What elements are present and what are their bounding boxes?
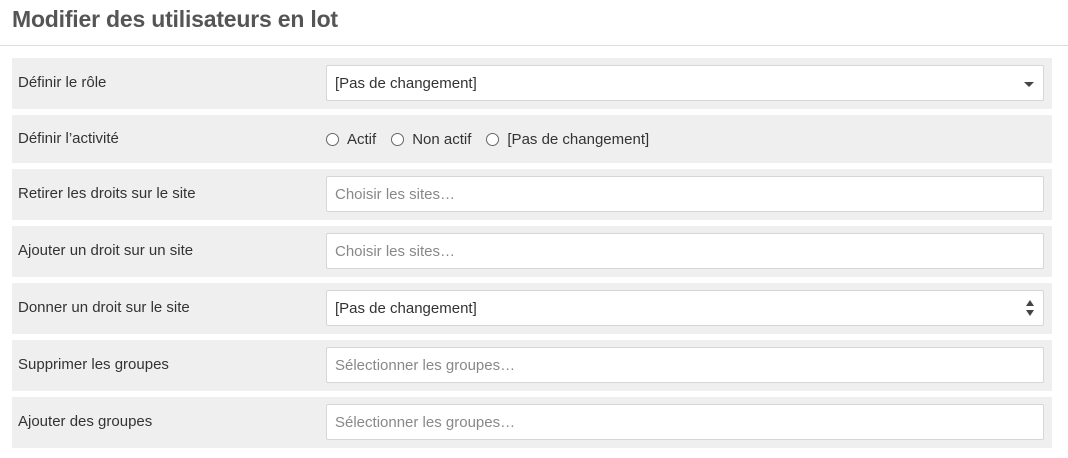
- add-groups-input[interactable]: Sélectionner les groupes…: [326, 404, 1044, 440]
- activity-radio-actif[interactable]: Actif: [326, 131, 376, 148]
- title-divider: [0, 45, 1068, 46]
- remove-site-rights-placeholder: Choisir les sites…: [335, 186, 456, 203]
- activity-radio-non-actif-label: Non actif: [412, 130, 472, 148]
- add-groups-row: Ajouter des groupes Sélectionner les gro…: [12, 397, 1052, 448]
- add-groups-placeholder: Sélectionner les groupes…: [335, 414, 516, 431]
- caret-down-icon: [1026, 310, 1034, 316]
- add-site-right-label: Ajouter un droit sur un site: [18, 242, 194, 259]
- role-label: Définir le rôle: [18, 74, 107, 91]
- give-site-right-select[interactable]: [Pas de changement]: [326, 290, 1044, 326]
- role-select[interactable]: [Pas de changement]: [326, 65, 1044, 101]
- role-row: Définir le rôle [Pas de changement]: [12, 58, 1052, 109]
- radio-unchecked-icon[interactable]: [486, 132, 500, 146]
- add-site-right-input[interactable]: Choisir les sites…: [326, 233, 1044, 269]
- caret-down-icon: [1024, 82, 1034, 87]
- remove-groups-label: Supprimer les groupes: [18, 356, 169, 373]
- remove-groups-row: Supprimer les groupes Sélectionner les g…: [12, 340, 1052, 391]
- give-site-right-label: Donner un droit sur le site: [18, 299, 190, 316]
- spinner-arrows-icon: [1026, 299, 1036, 319]
- remove-groups-placeholder: Sélectionner les groupes…: [335, 357, 516, 374]
- remove-site-rights-label: Retirer les droits sur le site: [18, 185, 196, 202]
- caret-up-icon: [1026, 300, 1034, 306]
- add-site-right-placeholder: Choisir les sites…: [335, 243, 456, 260]
- remove-groups-input[interactable]: Sélectionner les groupes…: [326, 347, 1044, 383]
- activity-radio-group: Actif Non actif [Pas de changement]: [326, 129, 664, 149]
- batch-edit-form: Définir le rôle [Pas de changement] Défi…: [12, 58, 1052, 454]
- activity-label: Définir l’activité: [18, 130, 119, 147]
- activity-radio-non-actif[interactable]: Non actif: [391, 131, 471, 148]
- add-site-right-row: Ajouter un droit sur un site Choisir les…: [12, 226, 1052, 277]
- role-select-value: [Pas de changement]: [335, 75, 477, 92]
- page-title: Modifier des utilisateurs en lot: [12, 6, 338, 32]
- radio-unchecked-icon[interactable]: [391, 132, 405, 146]
- give-site-right-select-value: [Pas de changement]: [335, 300, 477, 317]
- radio-unchecked-icon[interactable]: [326, 132, 339, 146]
- activity-radio-actif-label: Actif: [347, 130, 377, 148]
- remove-site-rights-row: Retirer les droits sur le site Choisir l…: [12, 169, 1052, 220]
- activity-row: Définir l’activité Actif Non actif [Pas …: [12, 115, 1052, 163]
- remove-site-rights-input[interactable]: Choisir les sites…: [326, 176, 1044, 212]
- give-site-right-row: Donner un droit sur le site [Pas de chan…: [12, 283, 1052, 334]
- activity-radio-no-change-label: [Pas de changement]: [507, 130, 650, 148]
- add-groups-label: Ajouter des groupes: [18, 413, 153, 430]
- activity-radio-no-change[interactable]: [Pas de changement]: [486, 131, 649, 148]
